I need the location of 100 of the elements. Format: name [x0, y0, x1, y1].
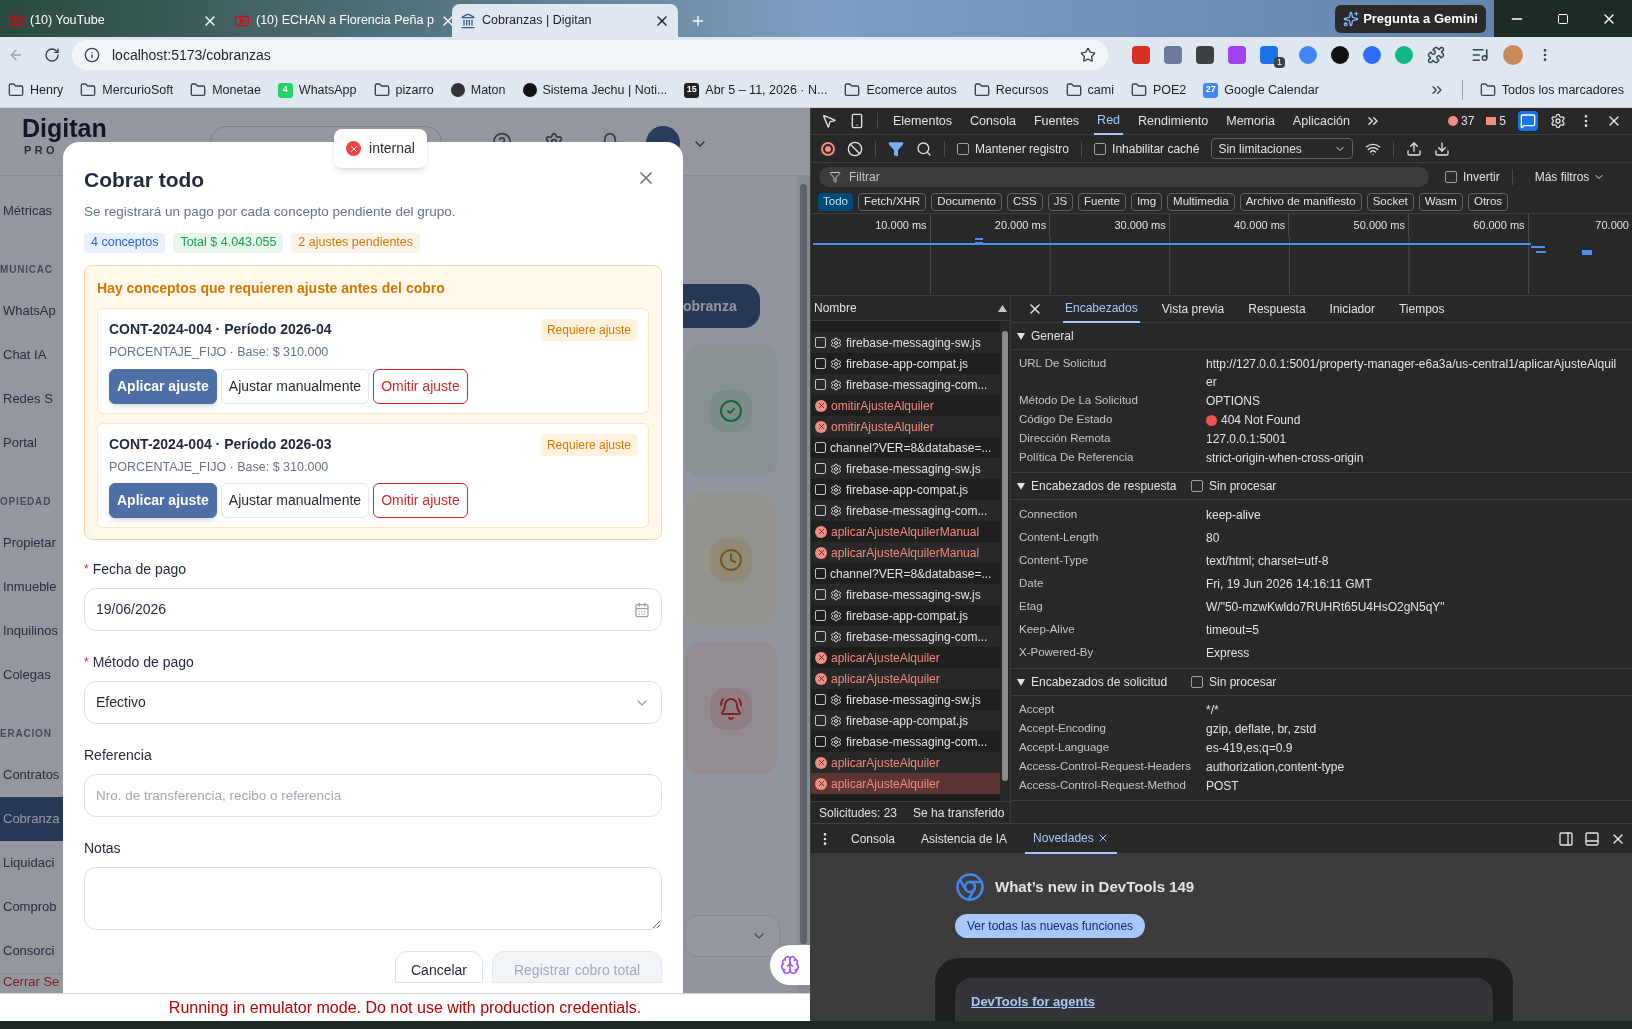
devtools-tab[interactable]: Rendimiento: [1135, 107, 1212, 135]
request-row[interactable]: aplicarAjusteAlquilerManual: [811, 542, 1000, 563]
bookmark[interactable]: 27 Google Calendar: [1203, 80, 1319, 100]
column-header[interactable]: Nombre: [814, 299, 857, 317]
type-filter-chip[interactable]: Archivo de manifiesto: [1239, 192, 1362, 211]
assistant-button[interactable]: [770, 945, 810, 985]
sidebar-item[interactable]: Portal: [0, 421, 63, 465]
more-filters-dropdown[interactable]: Más filtros: [1534, 167, 1606, 186]
detail-tab[interactable]: Vista previa: [1159, 295, 1227, 323]
sidebar-item[interactable]: Métricas: [0, 189, 63, 233]
settings-icon[interactable]: [1550, 113, 1566, 129]
action-button[interactable]: Omitir ajuste: [373, 483, 468, 519]
extension-icon[interactable]: [1260, 46, 1278, 64]
maximize-icon[interactable]: [1557, 12, 1569, 25]
devtools-tab[interactable]: Fuentes: [1030, 107, 1083, 135]
type-filter-chip[interactable]: CSS: [1007, 192, 1043, 211]
section-toggle[interactable]: General: [1017, 327, 1185, 345]
request-row[interactable]: aplicarAjusteAlquiler: [811, 773, 1000, 794]
device-icon[interactable]: [849, 113, 865, 129]
action-button[interactable]: Aplicar ajuste: [109, 483, 217, 519]
sort-arrow-icon[interactable]: [998, 304, 1007, 312]
throttling-select[interactable]: Sin limitaciones: [1211, 138, 1353, 159]
detail-tab[interactable]: Tiempos: [1396, 295, 1447, 323]
bookmark[interactable]: Ecomerce autos: [844, 80, 957, 100]
feature-link[interactable]: DevTools for agents: [971, 994, 1095, 1009]
action-button[interactable]: Ajustar manualmente: [220, 483, 370, 519]
detail-tab[interactable]: Encabezados: [1063, 295, 1140, 323]
gemini-button[interactable]: Pregunta a Gemini: [1335, 5, 1486, 33]
type-filter-chip[interactable]: JS: [1047, 192, 1074, 211]
extension-icon[interactable]: [1331, 46, 1349, 64]
sidebar-item[interactable]: Colegas: [0, 653, 63, 697]
filter-field[interactable]: Filtrar: [819, 166, 1429, 187]
browser-tab[interactable]: (10) YouTube: [0, 4, 226, 37]
action-button[interactable]: Ajustar manualmente: [220, 368, 370, 404]
date-field[interactable]: 19/06/2026: [84, 588, 662, 632]
address-bar[interactable]: localhost:5173/cobranzas: [72, 40, 1108, 70]
sidebar-item[interactable]: Contratos: [0, 753, 63, 797]
bookmark[interactable]: Todos los marcadores: [1479, 80, 1624, 100]
download-icon[interactable]: [1433, 140, 1450, 157]
request-row[interactable]: firebase-messaging-com...: [811, 374, 1000, 395]
detail-tab[interactable]: Respuesta: [1246, 295, 1308, 323]
devtools-tab[interactable]: Aplicación: [1289, 107, 1353, 135]
checkbox[interactable]: [957, 142, 969, 155]
request-row[interactable]: aplicarAjusteAlquiler: [811, 668, 1000, 689]
notes-field[interactable]: [84, 867, 662, 931]
type-filter-chip[interactable]: Img: [1130, 192, 1163, 211]
clear-icon[interactable]: [847, 140, 863, 157]
bookmark[interactable]: Monetae: [190, 80, 261, 100]
type-filter-chip[interactable]: Fuente: [1078, 192, 1126, 211]
type-filter-chip[interactable]: Wasm: [1418, 192, 1463, 211]
bookmark[interactable]: cami: [1065, 80, 1114, 100]
reload-icon[interactable]: [44, 47, 60, 63]
drawer-tab[interactable]: Consola: [843, 823, 904, 854]
request-row[interactable]: omitirAjusteAlquiler: [811, 416, 1000, 437]
type-filter-chip[interactable]: Multimedia: [1167, 192, 1235, 211]
request-row[interactable]: firebase-messaging-sw.js: [811, 458, 1000, 479]
inspect-icon[interactable]: [821, 113, 837, 129]
request-row[interactable]: aplicarAjusteAlquiler: [811, 752, 1000, 773]
section-toggle[interactable]: Encabezados de solicitud: [1017, 673, 1185, 691]
request-row[interactable]: firebase-messaging-sw.js: [811, 332, 1000, 353]
bookmark-star-icon[interactable]: [1080, 47, 1096, 63]
new-tab-icon[interactable]: [690, 13, 706, 29]
sidebar-item[interactable]: Redes S: [0, 377, 63, 421]
bookmark[interactable]: pizarro: [373, 80, 434, 100]
sidebar-item[interactable]: WhatsAp: [0, 289, 63, 333]
new-collection-button[interactable]: obranza: [683, 284, 760, 328]
checkbox[interactable]: [1191, 480, 1203, 492]
whats-new-button[interactable]: Ver todas las nuevas funciones: [955, 914, 1146, 938]
bookmark[interactable]: 4 WhatsApp: [277, 80, 357, 100]
payment-method-select[interactable]: Efectivo: [84, 681, 662, 725]
media-icon[interactable]: [1471, 46, 1489, 64]
request-row[interactable]: firebase-messaging-com...: [811, 500, 1000, 521]
checkbox[interactable]: [1191, 676, 1203, 688]
action-button[interactable]: Aplicar ajuste: [109, 368, 217, 404]
sidebar-item[interactable]: Inquilinos: [0, 609, 63, 653]
request-row[interactable]: firebase-messaging-sw.js: [811, 584, 1000, 605]
cancel-button[interactable]: Cancelar: [395, 951, 483, 984]
sidebar-item[interactable]: Comprob: [0, 885, 63, 929]
section-toggle[interactable]: Encabezados de respuesta: [1017, 477, 1185, 495]
dock-side-icon[interactable]: [1558, 830, 1574, 847]
type-filter-chip[interactable]: Todo: [818, 192, 853, 211]
bookmark[interactable]: POE2: [1130, 80, 1187, 100]
browser-tab[interactable]: Cobranzas | Digitan: [452, 4, 678, 37]
drawer-tab[interactable]: Asistencia de IA: [913, 823, 1016, 854]
filter-icon[interactable]: [888, 140, 904, 157]
type-filter-chip[interactable]: Otros: [1467, 192, 1509, 211]
checkbox[interactable]: [1445, 170, 1457, 183]
sidebar-item[interactable]: Chat IA: [0, 333, 63, 377]
type-filter-chip[interactable]: Fetch/XHR: [857, 192, 927, 211]
bookmark[interactable]: Sistema Jechu | Noti...: [522, 80, 668, 100]
error-count[interactable]: 37: [1447, 112, 1475, 130]
devtools-tab[interactable]: Elementos: [890, 107, 956, 135]
bookmark[interactable]: Recursos: [973, 80, 1049, 100]
action-button[interactable]: Omitir ajuste: [373, 368, 468, 404]
warning-count[interactable]: 5: [1486, 112, 1506, 130]
dock-bottom-icon[interactable]: [1584, 830, 1600, 847]
sidebar-item[interactable]: Cobranza: [0, 797, 63, 841]
bookmark[interactable]: 15 Abr 5 – 11, 2026 · N...: [684, 80, 828, 100]
upload-icon[interactable]: [1405, 140, 1422, 157]
bookmark[interactable]: Maton: [450, 80, 506, 100]
